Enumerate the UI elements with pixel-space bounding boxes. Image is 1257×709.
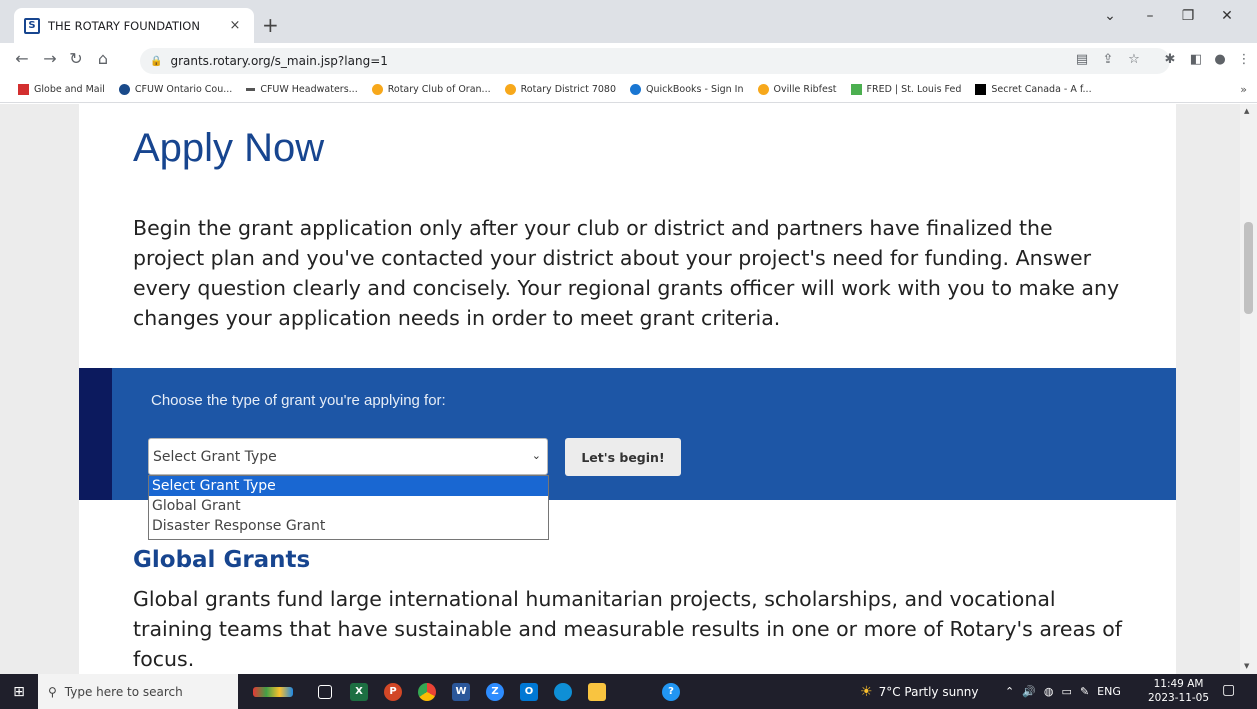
bookmark-item[interactable]: QuickBooks - Sign In [630,84,744,95]
option-select-grant-type[interactable]: Select Grant Type [149,476,548,496]
option-global-grant[interactable]: Global Grant [149,496,548,516]
windows-taskbar: ⊞ ⚲ Type here to search X P W Z O ? ☀ 7°… [0,674,1257,709]
grant-type-select[interactable]: Select Grant Type ⌄ [148,438,548,475]
minimize-icon[interactable]: – [1135,8,1165,24]
bookmark-item[interactable]: FRED | St. Louis Fed [850,84,961,95]
taskbar-search[interactable]: ⚲ Type here to search [38,674,238,709]
option-disaster-response-grant[interactable]: Disaster Response Grant [149,516,548,536]
grant-type-prompt: Choose the type of grant you're applying… [151,392,446,409]
new-tab-button[interactable]: + [262,13,279,37]
excel-icon[interactable]: X [342,674,376,709]
notification-icon[interactable]: ▢ [1222,682,1235,698]
volume-icon[interactable]: 🔊 [1022,685,1036,698]
forward-arrow-icon[interactable]: → [40,49,60,68]
bookmark-item[interactable]: Oville Ribfest [757,84,837,95]
scroll-thumb[interactable] [1244,222,1253,314]
page-scrollbar[interactable]: ▲ ▼ [1240,104,1257,674]
weather-widget[interactable]: ☀ 7°C Partly sunny [860,674,979,709]
tab-title: THE ROTARY FOUNDATION [48,18,200,33]
side-panel-icon[interactable]: ◧ [1186,52,1206,67]
right-gutter [1176,104,1240,674]
restore-icon[interactable]: ❐ [1173,8,1203,24]
profile-avatar-icon[interactable]: ● [1210,52,1230,67]
select-current-value: Select Grant Type [153,448,277,465]
clock-time: 11:49 AM [1153,678,1204,690]
system-tray: ⌃ 🔊 ◍ ▭ ✎ ENG [1005,674,1121,709]
left-gutter [0,104,79,674]
rotary-wheel-icon [757,84,769,95]
weather-sun-icon: ☀ [860,683,873,700]
bookmark-item[interactable]: Rotary District 7080 [504,84,616,95]
intro-paragraph: Begin the grant application only after y… [133,216,1120,330]
tab-close-icon[interactable]: × [226,18,244,33]
menu-kebab-icon[interactable]: ⋮ [1234,52,1254,67]
back-arrow-icon[interactable]: ← [12,49,32,68]
outlook-icon[interactable]: O [512,674,546,709]
extensions-puzzle-icon[interactable]: ✱ [1160,52,1180,67]
grant-panel-edge [79,368,112,500]
help-icon[interactable]: ? [654,674,688,709]
edge-icon[interactable] [546,674,580,709]
word-icon[interactable]: W [444,674,478,709]
weather-text: 7°C Partly sunny [878,684,979,699]
windows-start-icon[interactable]: ⊞ [0,674,38,709]
home-icon[interactable]: ⌂ [93,49,113,68]
browser-toolbar: ← → ↻ ⌂ 🔒 grants.rotary.org/s_main.jsp?l… [0,43,1257,77]
rotary-wheel-icon [371,84,383,95]
tab-search-chevron-icon[interactable]: ⌄ [1095,8,1125,24]
bookmark-item[interactable]: Secret Canada - A f... [975,84,1092,95]
grant-type-dropdown-list: Select Grant Type Global Grant Disaster … [148,475,549,540]
search-placeholder: Type here to search [64,684,183,699]
lets-begin-button[interactable]: Let's begin! [565,438,681,476]
browser-tab-bar: S THE ROTARY FOUNDATION × + ⌄ – ❐ ✕ [0,0,1257,43]
zoom-icon[interactable]: Z [478,674,512,709]
quickbooks-icon [630,84,642,95]
file-explorer-icon[interactable] [580,674,614,709]
cfuw-icon [118,84,130,95]
chrome-icon[interactable] [410,674,444,709]
bookmark-item[interactable]: Globe and Mail [18,84,105,95]
share-icon[interactable]: ⇪ [1098,52,1118,67]
url-text: grants.rotary.org/s_main.jsp?lang=1 [170,54,388,68]
taskbar-clock[interactable]: 11:49 AM 2023-11-05 [1148,677,1209,705]
lock-icon: 🔒 [150,55,163,67]
browser-tab-active[interactable]: S THE ROTARY FOUNDATION × [14,8,254,43]
tray-chevron-icon[interactable]: ⌃ [1005,685,1014,698]
network-icon[interactable]: ◍ [1044,685,1054,698]
scroll-down-icon[interactable]: ▼ [1244,662,1249,670]
close-window-icon[interactable]: ✕ [1212,8,1242,24]
bookmark-item[interactable]: CFUW Headwaters... [246,84,358,95]
battery-icon[interactable]: ▭ [1062,685,1072,698]
address-bar[interactable]: 🔒 grants.rotary.org/s_main.jsp?lang=1 [140,48,1170,74]
task-view-icon[interactable] [308,674,342,709]
language-indicator[interactable]: ENG [1097,685,1121,698]
bookmark-star-icon[interactable]: ☆ [1124,52,1144,67]
widgets-icon[interactable] [238,674,308,709]
bookmark-item[interactable]: Rotary Club of Oran... [371,84,491,95]
search-icon: ⚲ [48,684,57,699]
powerpoint-icon[interactable]: P [376,674,410,709]
maple-leaf-icon [18,84,29,95]
global-grants-heading: Global Grants [133,547,311,573]
sc-logo-icon [975,84,987,95]
reload-icon[interactable]: ↻ [66,49,86,68]
bookmark-item[interactable]: CFUW Ontario Cou... [118,84,232,95]
page-title: Apply Now [133,126,325,170]
global-grants-paragraph: Global grants fund large international h… [133,587,1123,671]
rotary-favicon-icon: S [24,17,40,34]
bookmarks-overflow-icon[interactable]: » [1240,83,1247,96]
chart-icon [850,84,862,95]
plane-icon [246,88,256,91]
page-viewport: Apply Now Begin the grant application on… [0,104,1240,674]
rotary-wheel-icon [504,84,516,95]
bookmarks-bar: Globe and Mail CFUW Ontario Cou... CFUW … [0,77,1257,103]
scroll-up-icon[interactable]: ▲ [1244,107,1249,115]
chevron-down-icon: ⌄ [531,449,541,462]
pen-icon[interactable]: ✎ [1080,685,1089,698]
tab-view-icon[interactable]: ▤ [1072,52,1092,67]
clock-date: 2023-11-05 [1148,692,1210,704]
